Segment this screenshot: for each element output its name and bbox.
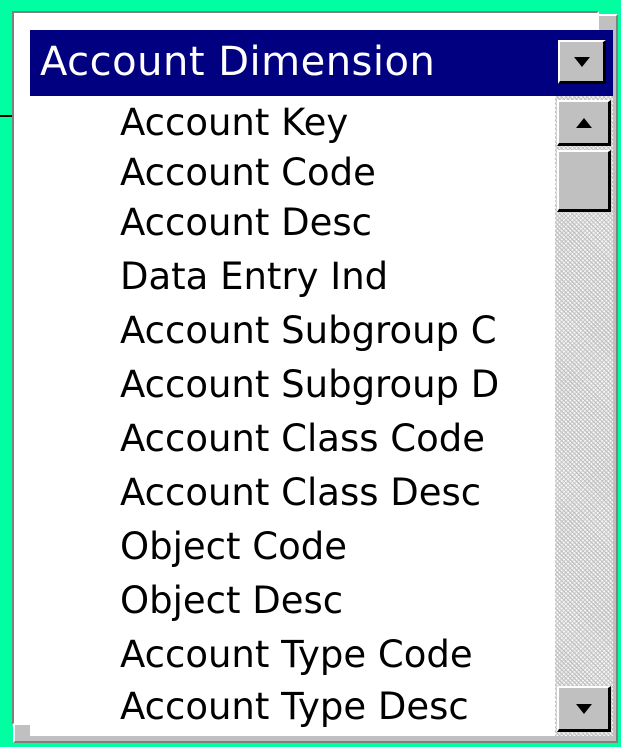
connector-tick (0, 115, 12, 117)
chevron-down-icon (573, 56, 590, 67)
scroll-up-button[interactable] (557, 100, 611, 146)
list-item[interactable]: Account Subgroup D (120, 358, 499, 412)
list-item[interactable]: Data Entry Ind (120, 250, 388, 304)
field-list[interactable]: Account Key Account Code Account Desc Da… (30, 96, 555, 736)
list-item[interactable]: Account Type Code (120, 628, 473, 682)
dimension-title: Account Dimension (40, 39, 436, 85)
dropdown-button[interactable] (558, 40, 606, 84)
vertical-scrollbar[interactable] (555, 96, 613, 736)
list-item[interactable]: Account Type Desc (120, 680, 469, 734)
list-item[interactable]: Object Desc (120, 574, 343, 628)
list-item[interactable]: Account Desc (120, 196, 372, 250)
scroll-up-arrow-icon (575, 117, 592, 128)
list-item[interactable]: Account Key (120, 96, 348, 150)
list-item[interactable]: Account Class Code (120, 412, 485, 466)
list-item[interactable]: Account Code (120, 146, 376, 200)
scroll-down-button[interactable] (557, 686, 611, 732)
list-item[interactable]: Account Class Desc (120, 466, 481, 520)
scroll-down-arrow-icon (575, 703, 592, 714)
list-item[interactable]: Account Subgroup C (120, 304, 497, 358)
scroll-thumb[interactable] (557, 150, 611, 212)
dimension-header[interactable]: Account Dimension (30, 30, 613, 96)
list-item[interactable]: Object Code (120, 520, 347, 574)
